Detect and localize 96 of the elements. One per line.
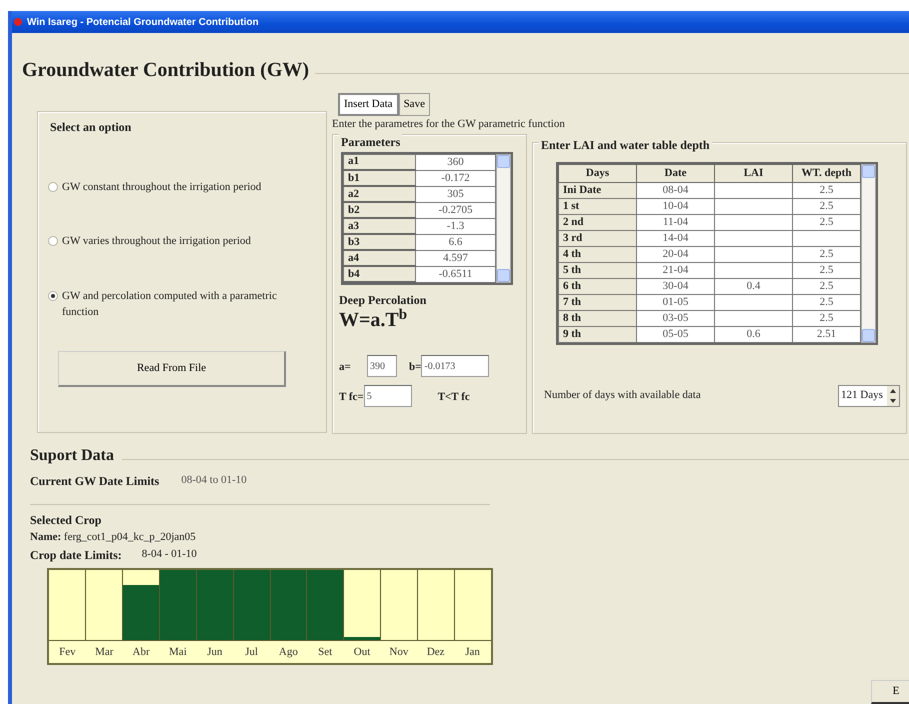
column-header: Date <box>636 164 714 182</box>
parameter-name: a2 <box>344 186 416 202</box>
day-label: 2 nd <box>558 214 636 230</box>
table-cell[interactable]: 2.5 <box>792 278 860 294</box>
a-field[interactable]: 390 <box>367 355 397 377</box>
table-cell[interactable]: 0.6 <box>714 326 792 342</box>
section-title: Deep Percolation <box>339 292 428 308</box>
day-label: 3 rd <box>558 230 636 246</box>
field-label: Crop date Limits: <box>30 546 122 564</box>
section-title: Selected Crop <box>30 512 102 529</box>
parameter-value[interactable]: -1.3 <box>416 218 496 234</box>
table-cell[interactable]: 2.5 <box>792 310 860 326</box>
parameter-value[interactable]: 6.6 <box>416 234 496 250</box>
window-title: Win Isareg - Potencial Groundwater Contribution <box>27 16 259 28</box>
table-cell[interactable]: 10-04 <box>636 198 714 214</box>
table-cell[interactable]: 14-04 <box>636 230 714 246</box>
month-label: Mar <box>94 644 114 660</box>
month-label: Jun <box>206 644 224 660</box>
month-label: Fev <box>58 644 77 660</box>
month-label: Jan <box>464 644 481 660</box>
parameter-name: a1 <box>344 154 416 170</box>
section-heading: Suport Data <box>30 446 114 466</box>
parameter-name: b2 <box>344 202 416 218</box>
month-label: Mai <box>168 644 188 660</box>
tab[interactable]: Save <box>398 93 430 116</box>
day-label: 1 st <box>558 198 636 214</box>
day-label: 9 th <box>558 326 636 342</box>
radio-button[interactable] <box>48 182 58 192</box>
table-cell[interactable]: 01-05 <box>636 294 714 310</box>
spinner-arrows-icon[interactable] <box>887 386 899 406</box>
table-cell[interactable]: 2.5 <box>792 214 860 230</box>
exit-button[interactable]: E <box>871 680 909 704</box>
crop-limits-value: 8-04 - 01-10 <box>142 546 197 562</box>
option-label[interactable]: GW constant throughout the irrigation period <box>62 178 262 195</box>
t-fc-label: T fc= <box>339 390 364 405</box>
instruction-text: Enter the parametres for the GW parametric function <box>332 116 566 132</box>
month-label: Out <box>352 644 372 660</box>
table-cell[interactable]: 0.4 <box>714 278 792 294</box>
field-label: Current GW Date Limits <box>30 473 160 490</box>
read-file-button[interactable]: Read From File <box>58 350 286 386</box>
column-header: WT. depth <box>792 164 860 182</box>
parameter-value[interactable]: 305 <box>416 186 496 202</box>
parameter-name: a3 <box>344 218 416 234</box>
table-cell[interactable]: 2.5 <box>792 294 860 310</box>
month-label: Jul <box>244 644 259 660</box>
column-header: Days <box>558 164 636 182</box>
option-label[interactable]: GW varies throughout the irrigation period <box>62 233 251 250</box>
parameter-name: b3 <box>344 234 416 250</box>
b-label: b= <box>409 360 422 375</box>
app-icon <box>14 18 22 26</box>
radio-button[interactable] <box>48 290 58 300</box>
month-label: Dez <box>426 644 446 660</box>
parameter-name: b1 <box>344 170 416 186</box>
date-limits-value: 08-04 to 01-10 <box>181 473 247 488</box>
day-label: 5 th <box>558 262 636 278</box>
days-spinner[interactable]: 121 Days <box>838 384 900 406</box>
parameter-value[interactable]: 360 <box>416 154 496 170</box>
table-cell[interactable]: 30-04 <box>636 278 714 294</box>
month-label: Nov <box>388 644 410 660</box>
table-cell[interactable]: 03-05 <box>636 310 714 326</box>
day-label: 7 th <box>558 294 636 310</box>
table-cell[interactable]: 11-04 <box>636 214 714 230</box>
crop-name: Name: ferg_cot1_p04_kc_p_20jan05 <box>30 530 197 545</box>
parameter-value[interactable]: -0.2705 <box>416 202 496 218</box>
parameter-value[interactable]: -0.6511 <box>416 266 496 282</box>
parameter-name: a4 <box>344 250 416 266</box>
table-cell[interactable]: 2.5 <box>792 198 860 214</box>
table-cell[interactable]: 20-04 <box>636 246 714 262</box>
day-label: 4 th <box>558 246 636 262</box>
table-cell[interactable]: 2.5 <box>792 246 860 262</box>
table-cell[interactable]: 21-04 <box>636 262 714 278</box>
day-label: Ini Date <box>558 182 636 198</box>
day-label: 6 th <box>558 278 636 294</box>
table-cell[interactable]: 05-05 <box>636 326 714 342</box>
month-label: Ago <box>278 644 299 660</box>
b-field[interactable]: -0.0173 <box>421 355 490 377</box>
tab[interactable]: Insert Data <box>338 93 399 116</box>
formula: W=a.T$^{b}$ <box>339 309 408 331</box>
radio-button[interactable] <box>48 236 58 246</box>
parameter-name: b4 <box>344 266 416 282</box>
parameter-value[interactable]: -0.172 <box>416 170 496 186</box>
day-label: 8 th <box>558 310 636 326</box>
month-label: Abr <box>132 644 151 660</box>
condition-label: T<T fc <box>438 390 470 405</box>
a-label: a= <box>339 360 352 375</box>
option-label[interactable]: GW and percolation computed with a parametric function <box>62 288 282 320</box>
table-cell[interactable]: 2.5 <box>792 182 860 198</box>
table-cell[interactable]: 08-04 <box>636 182 714 198</box>
days-label: Number of days with available data <box>544 388 701 404</box>
month-label: Set <box>317 644 334 660</box>
table-cell[interactable]: 2.5 <box>792 262 860 278</box>
column-header: LAI <box>714 164 792 182</box>
page-heading: Groundwater Contribution (GW) <box>22 58 310 83</box>
table-cell[interactable]: 2.51 <box>792 326 860 342</box>
t-fc-field[interactable]: 5 <box>364 385 412 407</box>
parameter-value[interactable]: 4.597 <box>416 250 496 266</box>
